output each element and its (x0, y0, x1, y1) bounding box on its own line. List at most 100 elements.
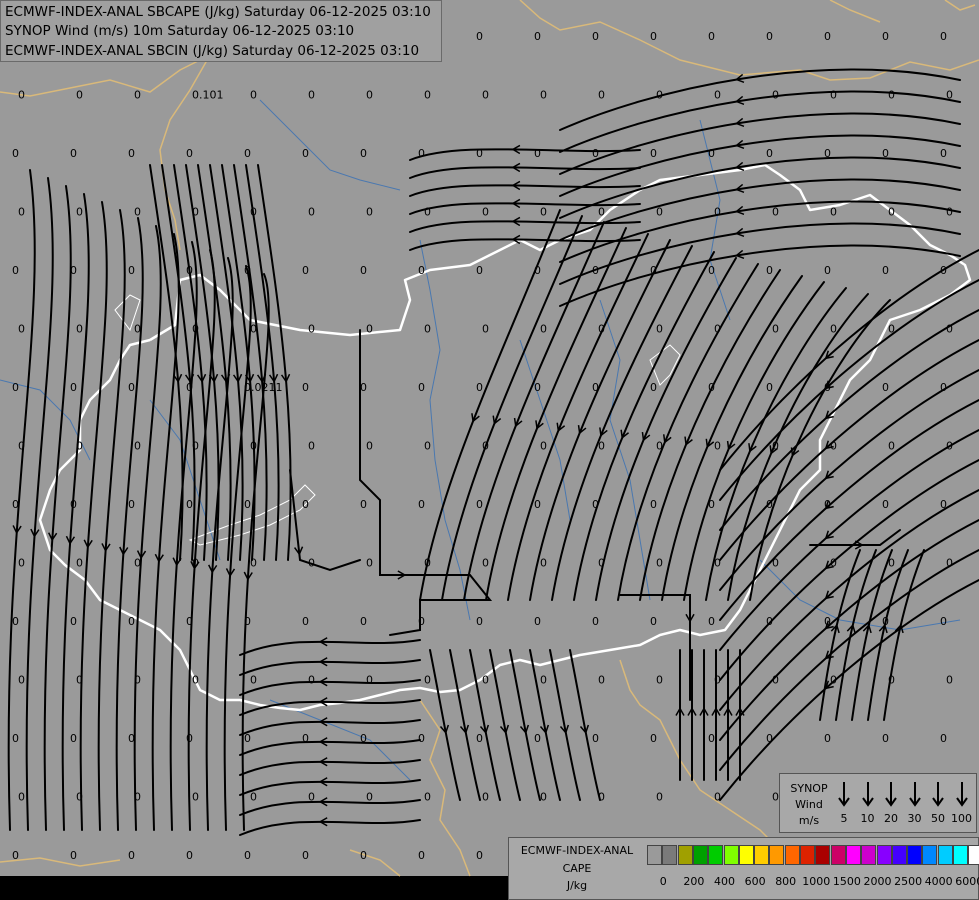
sbcin-value-label: 0 (418, 264, 425, 277)
wind-arrow-icon (861, 782, 874, 807)
sbcin-value-label: 0 (656, 440, 663, 453)
sbcin-value-label: 0 (186, 849, 193, 862)
sbcin-value-label: 0 (76, 323, 83, 336)
cape-color-swatch (769, 845, 785, 865)
sbcin-value-label: 0 (244, 498, 251, 511)
sbcin-value-label: 0 (360, 498, 367, 511)
sbcin-value-label: 0 (192, 674, 199, 687)
sbcin-value-label: 0 (540, 206, 547, 219)
cape-legend: ECMWF-INDEX-ANAL CAPE J/kg 0 200 400 600 800… (508, 837, 979, 900)
sbcin-value-label: 0 (772, 791, 779, 804)
sbcin-value-label: 0 (366, 440, 373, 453)
sbcin-value-label: 0 (12, 849, 19, 862)
sbcin-value-label: 0 (476, 147, 483, 160)
sbcin-value-label: 0 (360, 264, 367, 277)
sbcin-value-label: 0 (366, 674, 373, 687)
sbcin-value-label: 0 (766, 147, 773, 160)
sbcin-value-label: 0 (766, 732, 773, 745)
sbcin-value-label: 0 (76, 557, 83, 570)
sbcin-value-label: 0 (592, 30, 599, 43)
sbcin-value-label: 0 (18, 674, 25, 687)
sbcin-value-label: 0 (128, 615, 135, 628)
sbcin-value-label: 0 (76, 674, 83, 687)
sbcin-value-label: 0 (830, 206, 837, 219)
sbcin-value-label: 0 (70, 615, 77, 628)
sbcin-value-label: 0 (192, 206, 199, 219)
sbcin-value-label: 0 (18, 323, 25, 336)
sbcin-value-label: 0 (708, 615, 715, 628)
cape-color-swatch (708, 845, 724, 865)
sbcin-value-label: 0 (250, 674, 257, 687)
sbcin-value-label: 0 (882, 147, 889, 160)
sbcin-value-label: 0 (772, 323, 779, 336)
wind-speed-label: 20 (884, 812, 898, 825)
sbcin-value-label: 0 (946, 206, 953, 219)
sbcin-value-label: 0 (134, 791, 141, 804)
sbcin-value-label: 0 (302, 498, 309, 511)
sbcin-value-label: 0 (70, 264, 77, 277)
sbcin-value-label: 0 (656, 89, 663, 102)
sbcin-value-label: 0 (540, 323, 547, 336)
sbcin-value-label: 0 (186, 147, 193, 160)
sbcin-value-label: 0 (424, 557, 431, 570)
cape-tick-label: 200 (683, 875, 705, 888)
sbcin-value-label: 0 (360, 381, 367, 394)
cape-color-swatch (937, 845, 953, 865)
sbcin-value-label: 0 (186, 264, 193, 277)
sbcin-value-label: 0 (534, 615, 541, 628)
cape-tick-label: 4000 (924, 875, 953, 888)
sbcin-value-label: 0 (946, 440, 953, 453)
sbcin-value-label: 0 (244, 615, 251, 628)
cape-color-swatch (891, 845, 907, 865)
sbcin-value-label: 0 (592, 264, 599, 277)
sbcin-value-label: 0 (18, 440, 25, 453)
sbcin-value-label: 0 (882, 615, 889, 628)
sbcin-value-label: 0 (302, 381, 309, 394)
wind-legend-title: SYNOP (790, 782, 828, 795)
sbcin-value-label: 0 (482, 440, 489, 453)
sbcin-value-label: 0 (708, 498, 715, 511)
title-line-cape: ECMWF-INDEX-ANAL SBCAPE (J/kg) Saturday … (5, 4, 431, 20)
cape-color-swatch (662, 845, 678, 865)
sbcin-value-label: 0 (366, 89, 373, 102)
cape-color-swatch (738, 845, 754, 865)
wind-legend: SYNOP Wind m/s 5 10 20 30 50 100 (779, 773, 977, 833)
sbcin-value-label: 0 (128, 381, 135, 394)
sbcin-value-label: 0 (830, 323, 837, 336)
sbcin-value-label: 0 (482, 206, 489, 219)
sbcin-value-label: 0 (714, 557, 721, 570)
sbcin-value-label: 0 (650, 30, 657, 43)
wind-legend-subtitle: Wind (795, 798, 823, 811)
sbcin-value-label: 0 (418, 615, 425, 628)
sbcin-value-label: 0 (128, 498, 135, 511)
cape-color-swatch (723, 845, 739, 865)
sbcin-value-label: 0 (656, 791, 663, 804)
sbcin-value-label: 0 (476, 264, 483, 277)
wind-arrow-icon (838, 782, 850, 807)
sbcin-value-label: 0 (534, 498, 541, 511)
sbcin-value-label: 0 (424, 791, 431, 804)
sbcin-value-label: 0 (824, 30, 831, 43)
sbcin-value-label: 0 (134, 674, 141, 687)
cape-color-swatch (815, 845, 831, 865)
sbcin-value-label: 0 (888, 206, 895, 219)
sbcin-value-label: 0 (134, 89, 141, 102)
sbcin-value-label: 0 (308, 674, 315, 687)
sbcin-value-label: 0 (592, 615, 599, 628)
sbcin-value-label: 0 (650, 615, 657, 628)
sbcin-value-label: 0 (882, 30, 889, 43)
sbcin-value-label: 0 (830, 557, 837, 570)
sbcin-value-label: 0 (540, 557, 547, 570)
sbcin-value-label: 0 (598, 323, 605, 336)
cape-tick-label: 0 (659, 875, 667, 888)
sbcin-value-label: 0 (134, 440, 141, 453)
sbcin-value-label: 0 (888, 557, 895, 570)
sbcin-value-label: 0.101 (192, 89, 224, 102)
sbcin-value-label: 0 (882, 498, 889, 511)
sbcin-value-label: 0 (308, 791, 315, 804)
sbcin-value-label: 0 (302, 147, 309, 160)
sbcin-value-label: 0 (18, 206, 25, 219)
sbcin-value-label: 0 (888, 89, 895, 102)
sbcin-value-label: 0 (592, 381, 599, 394)
sbcin-value-label: 0 (482, 791, 489, 804)
